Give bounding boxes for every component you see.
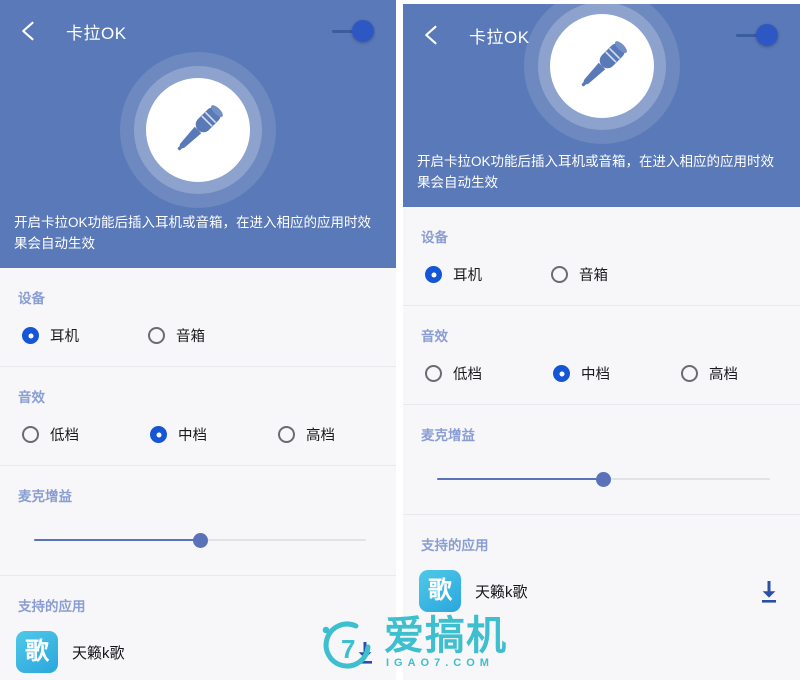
radio-mark xyxy=(22,426,39,443)
feature-description: 开启卡拉OK功能后插入耳机或音箱，在进入相应的应用时效果会自动生效 xyxy=(417,154,775,190)
settings-list-left: 设备 耳机 音箱 音效 低档 中档 高档 麦克增益 支持的应用 歌 天籁k歌 xyxy=(0,268,396,680)
radio-option-effect-0[interactable]: 低档 xyxy=(403,363,531,384)
app-list-item[interactable]: 歌 天籁k歌 xyxy=(403,554,800,624)
mic-gain-slider-row xyxy=(403,444,800,514)
karaoke-toggle-switch[interactable] xyxy=(734,22,786,48)
radio-mark xyxy=(425,365,442,382)
section-device: 设备 耳机 音箱 xyxy=(0,268,396,367)
download-icon[interactable] xyxy=(350,637,380,667)
radio-option-device-1[interactable]: 音箱 xyxy=(545,264,608,285)
radio-label: 中档 xyxy=(178,428,207,444)
radio-mark xyxy=(148,327,165,344)
app-list-item[interactable]: 歌 天籁k歌 xyxy=(0,615,396,680)
slider-thumb[interactable] xyxy=(596,472,611,487)
radio-option-effect-1[interactable]: 中档 xyxy=(128,424,256,445)
section-supported-apps: 支持的应用 歌 天籁k歌 xyxy=(403,515,800,624)
slider-fill xyxy=(437,478,604,480)
phone-screen-right: 卡拉OK 开启卡拉OK功能后插入耳机或音箱，在进入相应的应用时效果会自动生效 设… xyxy=(403,4,800,680)
radio-mark-selected xyxy=(22,327,39,344)
radio-group-effect: 低档 中档 高档 xyxy=(403,345,800,404)
section-title-effect: 音效 xyxy=(18,390,45,405)
radio-mark xyxy=(278,426,295,443)
hero-header-right: 卡拉OK 开启卡拉OK功能后插入耳机或音箱，在进入相应的应用时效果会自动生效 xyxy=(403,4,800,207)
radio-label: 音箱 xyxy=(579,268,608,284)
section-title-device: 设备 xyxy=(421,230,448,245)
mic-gain-slider[interactable] xyxy=(437,470,770,488)
mic-gain-slider-row xyxy=(0,505,396,575)
radio-label: 高档 xyxy=(709,367,738,383)
radio-mark-selected xyxy=(553,365,570,382)
radio-group-device: 耳机 音箱 xyxy=(0,307,396,366)
radio-option-effect-2[interactable]: 高档 xyxy=(256,424,384,445)
radio-mark xyxy=(681,365,698,382)
section-title-effect: 音效 xyxy=(421,329,448,344)
settings-list-right: 设备 耳机 音箱 音效 低档 中档 高档 麦克增益 支持的应用 歌 天籁k歌 xyxy=(403,207,800,624)
microphone-icon xyxy=(120,52,276,208)
radio-label: 高档 xyxy=(306,428,335,444)
radio-option-device-0[interactable]: 耳机 xyxy=(403,264,545,285)
app-name: 天籁k歌 xyxy=(475,583,528,601)
radio-group-effect: 低档 中档 高档 xyxy=(0,406,396,465)
app-icon-tianlai-kge: 歌 xyxy=(16,631,58,673)
app-bar-right: 卡拉OK xyxy=(403,4,800,66)
toggle-thumb xyxy=(756,24,778,46)
radio-label: 耳机 xyxy=(453,268,482,284)
page-title: 卡拉OK xyxy=(66,23,127,43)
section-title-device: 设备 xyxy=(18,291,45,306)
section-supported-apps: 支持的应用 歌 天籁k歌 xyxy=(0,576,396,680)
toggle-thumb xyxy=(352,20,374,42)
app-bar-left: 卡拉OK xyxy=(0,0,396,62)
radio-label: 耳机 xyxy=(50,329,79,345)
radio-option-effect-0[interactable]: 低档 xyxy=(0,424,128,445)
radio-label: 低档 xyxy=(453,367,482,383)
slider-thumb[interactable] xyxy=(192,533,208,548)
radio-option-device-1[interactable]: 音箱 xyxy=(142,325,205,346)
radio-option-effect-1[interactable]: 中档 xyxy=(531,363,659,384)
section-title-supported-apps: 支持的应用 xyxy=(18,599,86,614)
screenshot-stage: 卡拉OK 开启卡拉OK功能后插入耳机或音箱，在进入相应的应用时效果会自动生效 设… xyxy=(0,0,800,680)
radio-mark xyxy=(551,266,568,283)
section-title-mic-gain: 麦克增益 xyxy=(18,489,72,504)
section-mic-gain: 麦克增益 xyxy=(403,405,800,515)
section-device: 设备 耳机 音箱 xyxy=(403,207,800,306)
radio-option-effect-2[interactable]: 高档 xyxy=(659,363,787,384)
section-effect: 音效 低档 中档 高档 xyxy=(0,367,396,466)
section-mic-gain: 麦克增益 xyxy=(0,466,396,576)
mic-gain-slider[interactable] xyxy=(34,531,366,549)
back-arrow-icon[interactable] xyxy=(417,20,447,50)
radio-label: 低档 xyxy=(50,428,79,444)
page-title: 卡拉OK xyxy=(469,27,530,47)
radio-label: 中档 xyxy=(581,367,610,383)
hero-header-left: 卡拉OK 开启卡拉OK功能后插入耳机或音箱，在进入相应的应用时效果会自动生效 xyxy=(0,0,396,268)
radio-label: 音箱 xyxy=(176,329,205,345)
radio-mark-selected xyxy=(150,426,167,443)
feature-description: 开启卡拉OK功能后插入耳机或音箱，在进入相应的应用时效果会自动生效 xyxy=(14,215,372,251)
microphone-glyph xyxy=(177,105,223,151)
download-icon[interactable] xyxy=(754,576,784,606)
radio-option-device-0[interactable]: 耳机 xyxy=(0,325,142,346)
radio-mark-selected xyxy=(425,266,442,283)
section-title-mic-gain: 麦克增益 xyxy=(421,428,475,443)
phone-screen-left: 卡拉OK 开启卡拉OK功能后插入耳机或音箱，在进入相应的应用时效果会自动生效 设… xyxy=(0,0,396,680)
karaoke-toggle-switch[interactable] xyxy=(330,18,382,44)
back-arrow-icon[interactable] xyxy=(14,16,44,46)
app-name: 天籁k歌 xyxy=(72,644,125,662)
slider-fill xyxy=(34,539,200,541)
app-icon-tianlai-kge: 歌 xyxy=(419,570,461,612)
section-title-supported-apps: 支持的应用 xyxy=(421,538,489,553)
radio-group-device: 耳机 音箱 xyxy=(403,246,800,305)
section-effect: 音效 低档 中档 高档 xyxy=(403,306,800,405)
